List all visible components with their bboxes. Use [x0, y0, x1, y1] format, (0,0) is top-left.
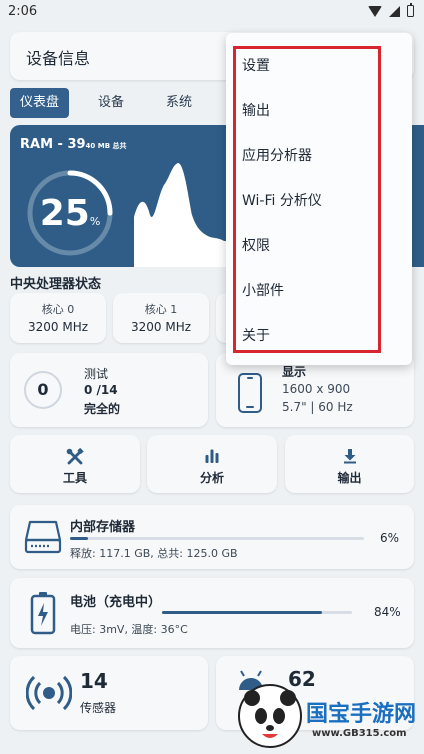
battery-charging-icon — [30, 592, 56, 635]
menu-item-permissions[interactable]: 权限 — [242, 235, 270, 255]
menu-item-wifi-analyzer[interactable]: Wi-Fi 分析仪 — [242, 190, 322, 210]
watermark-brand: 国宝手游网 — [306, 702, 417, 727]
battery-percent: 84% — [374, 605, 401, 619]
menu-item-export[interactable]: 输出 — [242, 100, 270, 120]
panda-logo-icon — [238, 684, 302, 748]
cpu-core-0-card: 核心 0 3200 MHz — [10, 293, 106, 343]
bar-chart-icon — [205, 449, 219, 463]
hard-drive-icon — [24, 520, 62, 554]
tools-label: 工具 — [62, 471, 87, 485]
export-button[interactable]: 输出 — [285, 435, 414, 493]
phone-icon — [238, 373, 262, 413]
menu-item-widgets[interactable]: 小部件 — [242, 280, 284, 300]
sensors-count: 14 — [80, 669, 108, 693]
menu-item-app-analyzer[interactable]: 应用分析器 — [242, 145, 312, 165]
tab-bar: 仪表盘 设备 系统 — [10, 88, 230, 118]
cpu-section-title: 中央处理器状态 — [10, 277, 102, 292]
ram-percent: 25% — [22, 193, 118, 234]
ram-total-note: 40 MB 总共 — [85, 142, 127, 150]
tests-card[interactable]: 0 测试 0 /14 完全的 — [10, 353, 208, 427]
battery-card[interactable]: 电池（充电中） 84% 电压: 3mV, 温度: 36°C — [10, 578, 414, 648]
display-title: 显示 — [282, 365, 307, 379]
battery-details: 电压: 3mV, 温度: 36°C — [70, 623, 188, 636]
battery-status-icon — [407, 3, 414, 17]
storage-usage-bar — [70, 537, 364, 540]
export-label: 输出 — [337, 471, 362, 485]
tests-count: 0 — [24, 371, 62, 409]
ram-percent-sign: % — [89, 215, 101, 228]
storage-card[interactable]: 内部存储器 6% 释放: 117.1 GB, 总共: 125.0 GB — [10, 505, 414, 569]
battery-level-fill — [162, 611, 322, 614]
page-title: 设备信息 — [26, 49, 91, 68]
ram-usage-gauge: 25% — [22, 165, 118, 261]
display-resolution: 1600 x 900 — [282, 382, 351, 396]
storage-title: 内部存储器 — [70, 520, 136, 535]
overflow-menu: 设置 输出 应用分析器 Wi-Fi 分析仪 权限 小部件 关于 — [226, 33, 412, 365]
menu-item-about[interactable]: 关于 — [242, 325, 270, 345]
tests-title: 测试 — [84, 367, 109, 381]
storage-usage-fill — [70, 537, 88, 540]
tests-status: 完全的 — [84, 402, 121, 416]
ram-percent-value: 25 — [39, 193, 90, 234]
storage-percent: 6% — [380, 531, 400, 545]
storage-details: 释放: 117.1 GB, 总共: 125.0 GB — [70, 547, 238, 560]
tab-system[interactable]: 系统 — [166, 88, 192, 118]
tools-icon — [66, 448, 84, 465]
download-icon — [343, 449, 356, 464]
cpu-core-0-label: 核心 0 — [41, 303, 75, 316]
ram-label: RAM - 39 — [20, 137, 86, 152]
watermark-url: www.GB315.com — [312, 728, 407, 739]
tab-device[interactable]: 设备 — [98, 88, 124, 118]
sensor-icon — [26, 675, 72, 711]
sensors-label: 传感器 — [80, 701, 117, 715]
cpu-core-1-value: 3200 MHz — [130, 320, 192, 334]
wifi-icon — [368, 5, 382, 17]
tests-progress: 0 /14 — [84, 383, 118, 397]
ram-title: RAM - 3940 MB 总共 — [20, 137, 126, 152]
battery-title: 电池（充电中） — [70, 595, 162, 610]
sensors-card[interactable]: 14 传感器 — [10, 656, 208, 730]
analyze-label: 分析 — [199, 471, 224, 485]
battery-level-bar — [162, 611, 352, 614]
status-time: 2:06 — [8, 4, 38, 19]
status-bar: 2:06 — [0, 0, 424, 26]
tools-button[interactable]: 工具 — [10, 435, 140, 493]
cpu-core-1-card: 核心 1 3200 MHz — [113, 293, 209, 343]
display-details: 5.7" | 60 Hz — [282, 400, 353, 414]
cpu-core-1-label: 核心 1 — [144, 303, 178, 316]
analyze-button[interactable]: 分析 — [147, 435, 277, 493]
signal-icon — [389, 5, 400, 17]
tab-dashboard[interactable]: 仪表盘 — [10, 88, 70, 118]
watermark: 国宝手游网 www.GB315.com — [234, 682, 424, 754]
cpu-core-0-value: 3200 MHz — [27, 320, 89, 334]
menu-item-settings[interactable]: 设置 — [242, 55, 270, 75]
